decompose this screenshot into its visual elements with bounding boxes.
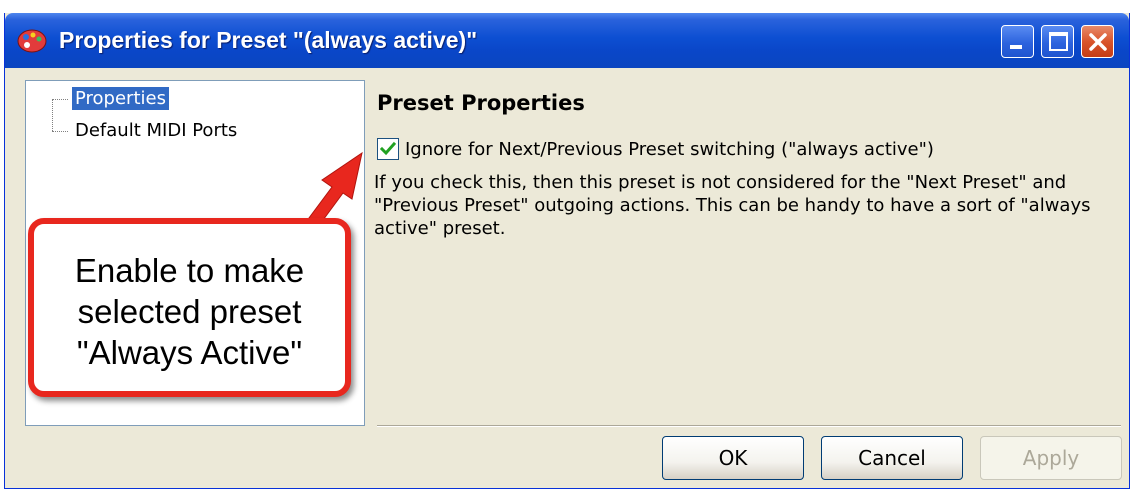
- divider: [377, 425, 1121, 427]
- callout-text: Enable to make selected preset "Always A…: [34, 250, 345, 373]
- cancel-button[interactable]: Cancel: [821, 436, 963, 480]
- tree-connector: [52, 131, 68, 132]
- minimize-icon: [1010, 45, 1022, 49]
- callout-line: selected preset: [77, 293, 302, 330]
- tree-item-default-midi-ports[interactable]: Default MIDI Ports: [72, 119, 240, 142]
- tree-item-properties[interactable]: Properties: [72, 87, 169, 110]
- maximize-icon: [1049, 32, 1068, 51]
- app-palette-icon: [17, 29, 47, 53]
- checkmark-icon: [380, 141, 396, 156]
- ignore-switching-label[interactable]: Ignore for Next/Previous Preset switchin…: [405, 139, 934, 160]
- ok-button[interactable]: OK: [662, 436, 804, 480]
- tree-connector: [52, 99, 53, 131]
- annotation-callout: Enable to make selected preset "Always A…: [28, 218, 351, 397]
- callout-line: "Always Active": [76, 334, 303, 371]
- callout-line: Enable to make: [74, 252, 305, 289]
- tree-connector: [52, 99, 68, 100]
- apply-button[interactable]: Apply: [980, 436, 1122, 480]
- close-icon: [1089, 33, 1107, 51]
- window-title: Properties for Preset "(always active)": [59, 27, 478, 53]
- minimize-button[interactable]: [1001, 25, 1034, 58]
- ignore-switching-checkbox[interactable]: [377, 138, 399, 160]
- title-bar[interactable]: Properties for Preset "(always active)": [5, 13, 1129, 68]
- section-title: Preset Properties: [377, 91, 585, 115]
- maximize-button[interactable]: [1041, 25, 1074, 58]
- close-button[interactable]: [1081, 25, 1114, 58]
- checkbox-description: If you check this, then this preset is n…: [374, 172, 1091, 239]
